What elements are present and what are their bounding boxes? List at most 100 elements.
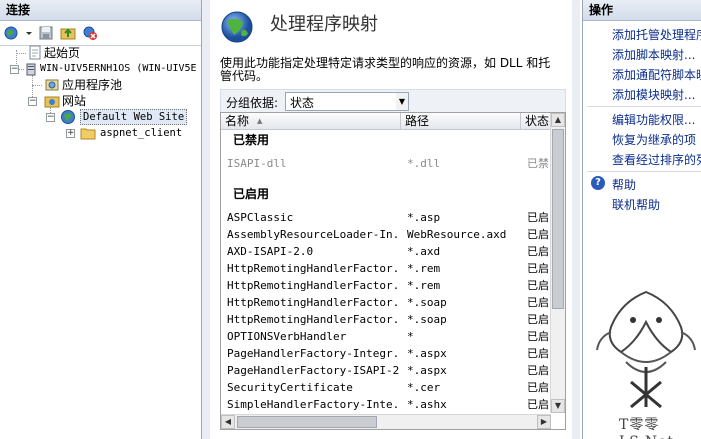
group-by-select[interactable]: 状态 ▼: [285, 92, 409, 111]
connections-header: 连接: [0, 0, 201, 21]
table-row[interactable]: AssemblyResourceLoader-In... WebResource.…: [221, 226, 551, 243]
cell-path: *.aspx: [407, 347, 447, 360]
column-header-name[interactable]: 名称 ▲: [221, 113, 401, 129]
table-row[interactable]: HttpRemotingHandlerFactor... *.soap 已启: [221, 294, 551, 311]
vertical-scrollbar[interactable]: ▲ ▼: [550, 113, 565, 413]
cell-name: OPTIONSVerbHandler: [227, 330, 347, 343]
table-row[interactable]: AXD-ISAPI-2.0 *.axd 已启: [221, 243, 551, 260]
cell-path: WebResource.axd: [407, 228, 507, 241]
page-title: 处理程序映射: [270, 14, 378, 35]
scroll-left-arrow-icon[interactable]: ◀: [221, 415, 235, 429]
action-revert-to-inherited[interactable]: 恢复为继承的项: [612, 131, 696, 148]
action-view-ordered-list[interactable]: 查看经过排序的列表: [612, 151, 701, 168]
scroll-down-arrow-icon[interactable]: ▼: [551, 399, 565, 413]
folder-icon: [80, 125, 96, 141]
help-icon: ?: [591, 176, 605, 190]
cell-name: HttpRemotingHandlerFactor...: [227, 296, 401, 309]
cell-path: *.axd: [407, 245, 441, 258]
group-header-disabled: 已禁用: [233, 133, 270, 147]
tree-label: 应用程序池: [62, 78, 123, 92]
table-row[interactable]: SecurityCertificate *.cer 已启: [221, 379, 551, 396]
table-row[interactable]: PageHandlerFactory-ISAPI-2.0 *.aspx 已启: [221, 362, 551, 379]
tree-label: 起始页: [44, 46, 81, 60]
collapse-toggle[interactable]: −: [46, 113, 55, 122]
action-online-help[interactable]: 联机帮助: [612, 196, 660, 213]
table-row[interactable]: HttpRemotingHandlerFactor... *.rem 已启: [221, 277, 551, 294]
connect-globe-icon[interactable]: [4, 25, 20, 41]
dragon-watermark-image: [591, 282, 701, 432]
expand-toggle[interactable]: +: [66, 129, 75, 138]
cell-name: ISAPI-dll: [227, 157, 287, 170]
cell-name: HttpRemotingHandlerFactor...: [227, 279, 401, 292]
tree-label: aspnet_client: [100, 127, 183, 139]
cell-name: AssemblyResourceLoader-In...: [227, 228, 401, 241]
globe-icon: [60, 109, 76, 125]
group-by-label: 分组依据:: [226, 96, 279, 110]
cell-path: *.soap: [407, 313, 447, 326]
cell-name: HttpRemotingHandlerFactor...: [227, 262, 401, 275]
group-by-value: 状态: [290, 96, 315, 110]
cell-name: SecurityCertificate: [227, 381, 353, 394]
save-icon[interactable]: [38, 25, 54, 41]
table-row[interactable]: OPTIONSVerbHandler * 已启: [221, 328, 551, 345]
vertical-scroll-thumb[interactable]: [552, 129, 564, 309]
group-by-bar: 分组依据: 状态 ▼: [220, 89, 566, 113]
cell-path: *.dll: [407, 157, 441, 170]
sort-ascending-icon: ▲: [257, 117, 263, 125]
cell-path: *.aspx: [407, 364, 447, 377]
cell-name: AXD-ISAPI-2.0: [227, 245, 314, 258]
horizontal-scrollbar[interactable]: ◀ ▶: [221, 414, 551, 429]
cell-path: *.rem: [407, 279, 441, 292]
table-row[interactable]: PageHandlerFactory-Integr... *.aspx 已启: [221, 345, 551, 362]
table-row[interactable]: SimpleHandlerFactory-Inte... *.ashx 已启: [221, 396, 551, 413]
scroll-right-arrow-icon[interactable]: ▶: [537, 415, 551, 429]
list-header: 名称 ▲ 路径 状态: [221, 113, 551, 130]
globe-icon: [220, 10, 254, 44]
table-row[interactable]: ISAPI-dll *.dll 已禁: [221, 155, 551, 172]
cell-name: HttpRemotingHandlerFactor...: [227, 313, 401, 326]
group-header-enabled: 已启用: [233, 187, 270, 201]
cell-path: *: [407, 330, 414, 343]
start-page-icon: [28, 45, 44, 61]
connections-pane: 连接 起始页 − WIN-UIV5ERNH1OS (WIN-UIV5E 应用程序…: [0, 0, 202, 439]
handler-mappings-page: 处理程序映射 使用此功能指定处理特定请求类型的响应的资源，如 DLL 和托管代码…: [210, 0, 572, 439]
actions-header: 操作: [583, 0, 701, 21]
horizontal-scroll-thumb[interactable]: [237, 416, 377, 428]
handler-list: 名称 ▲ 路径 状态 已禁用 ISAPI-dll *.dll 已禁 已启用 ASPC…: [220, 112, 566, 430]
collapse-toggle[interactable]: −: [10, 65, 19, 74]
cell-path: *.asp: [407, 211, 441, 224]
column-header-state[interactable]: 状态: [521, 113, 551, 129]
action-help[interactable]: 帮助: [612, 176, 636, 193]
sites-folder-icon: [44, 93, 60, 109]
action-edit-feature-permissions[interactable]: 编辑功能权限...: [612, 111, 695, 128]
scroll-up-arrow-icon[interactable]: ▲: [551, 113, 565, 127]
action-add-module-mapping[interactable]: 添加模块映射...: [612, 86, 695, 103]
app-pool-icon: [44, 77, 60, 93]
actions-pane: 操作 添加托管处理程序 添加脚本映射... 添加通配符脚本映射 添加模块映射..…: [582, 0, 701, 439]
cell-name: ASPClassic: [227, 211, 294, 224]
action-add-managed-handler[interactable]: 添加托管处理程序: [612, 26, 701, 43]
page-description: 使用此功能指定处理特定请求类型的响应的资源，如 DLL 和托管代码。: [220, 56, 551, 83]
connections-tree: 起始页 − WIN-UIV5ERNH1OS (WIN-UIV5E 应用程序池 −…: [0, 45, 200, 145]
up-folder-icon[interactable]: [60, 25, 76, 41]
server-icon: [24, 61, 40, 77]
collapse-toggle[interactable]: −: [28, 97, 37, 106]
divider: [587, 106, 701, 107]
watermark-text: T零零LS.Net: [619, 417, 673, 439]
cell-path: *.soap: [407, 296, 447, 309]
table-row[interactable]: HttpRemotingHandlerFactor... *.rem 已启: [221, 260, 551, 277]
tree-label: Default Web Site: [80, 109, 188, 125]
column-header-path[interactable]: 路径: [401, 113, 521, 129]
disconnect-icon[interactable]: [82, 25, 98, 41]
table-row[interactable]: ASPClassic *.asp 已启: [221, 209, 551, 226]
chevron-down-icon[interactable]: ▼: [396, 93, 408, 110]
dropdown-arrow-icon[interactable]: [26, 25, 32, 41]
cell-path: *.rem: [407, 262, 441, 275]
action-add-script-map[interactable]: 添加脚本映射...: [612, 46, 695, 63]
table-row[interactable]: HttpRemotingHandlerFactor... *.soap 已启: [221, 311, 551, 328]
action-add-wildcard-script-map[interactable]: 添加通配符脚本映射: [612, 66, 701, 83]
cell-name: SimpleHandlerFactory-Inte...: [227, 398, 401, 411]
cell-name: PageHandlerFactory-Integr...: [227, 347, 401, 360]
cell-path: *.ashx: [407, 398, 447, 411]
tree-label: WIN-UIV5ERNH1OS (WIN-UIV5E: [40, 63, 197, 74]
